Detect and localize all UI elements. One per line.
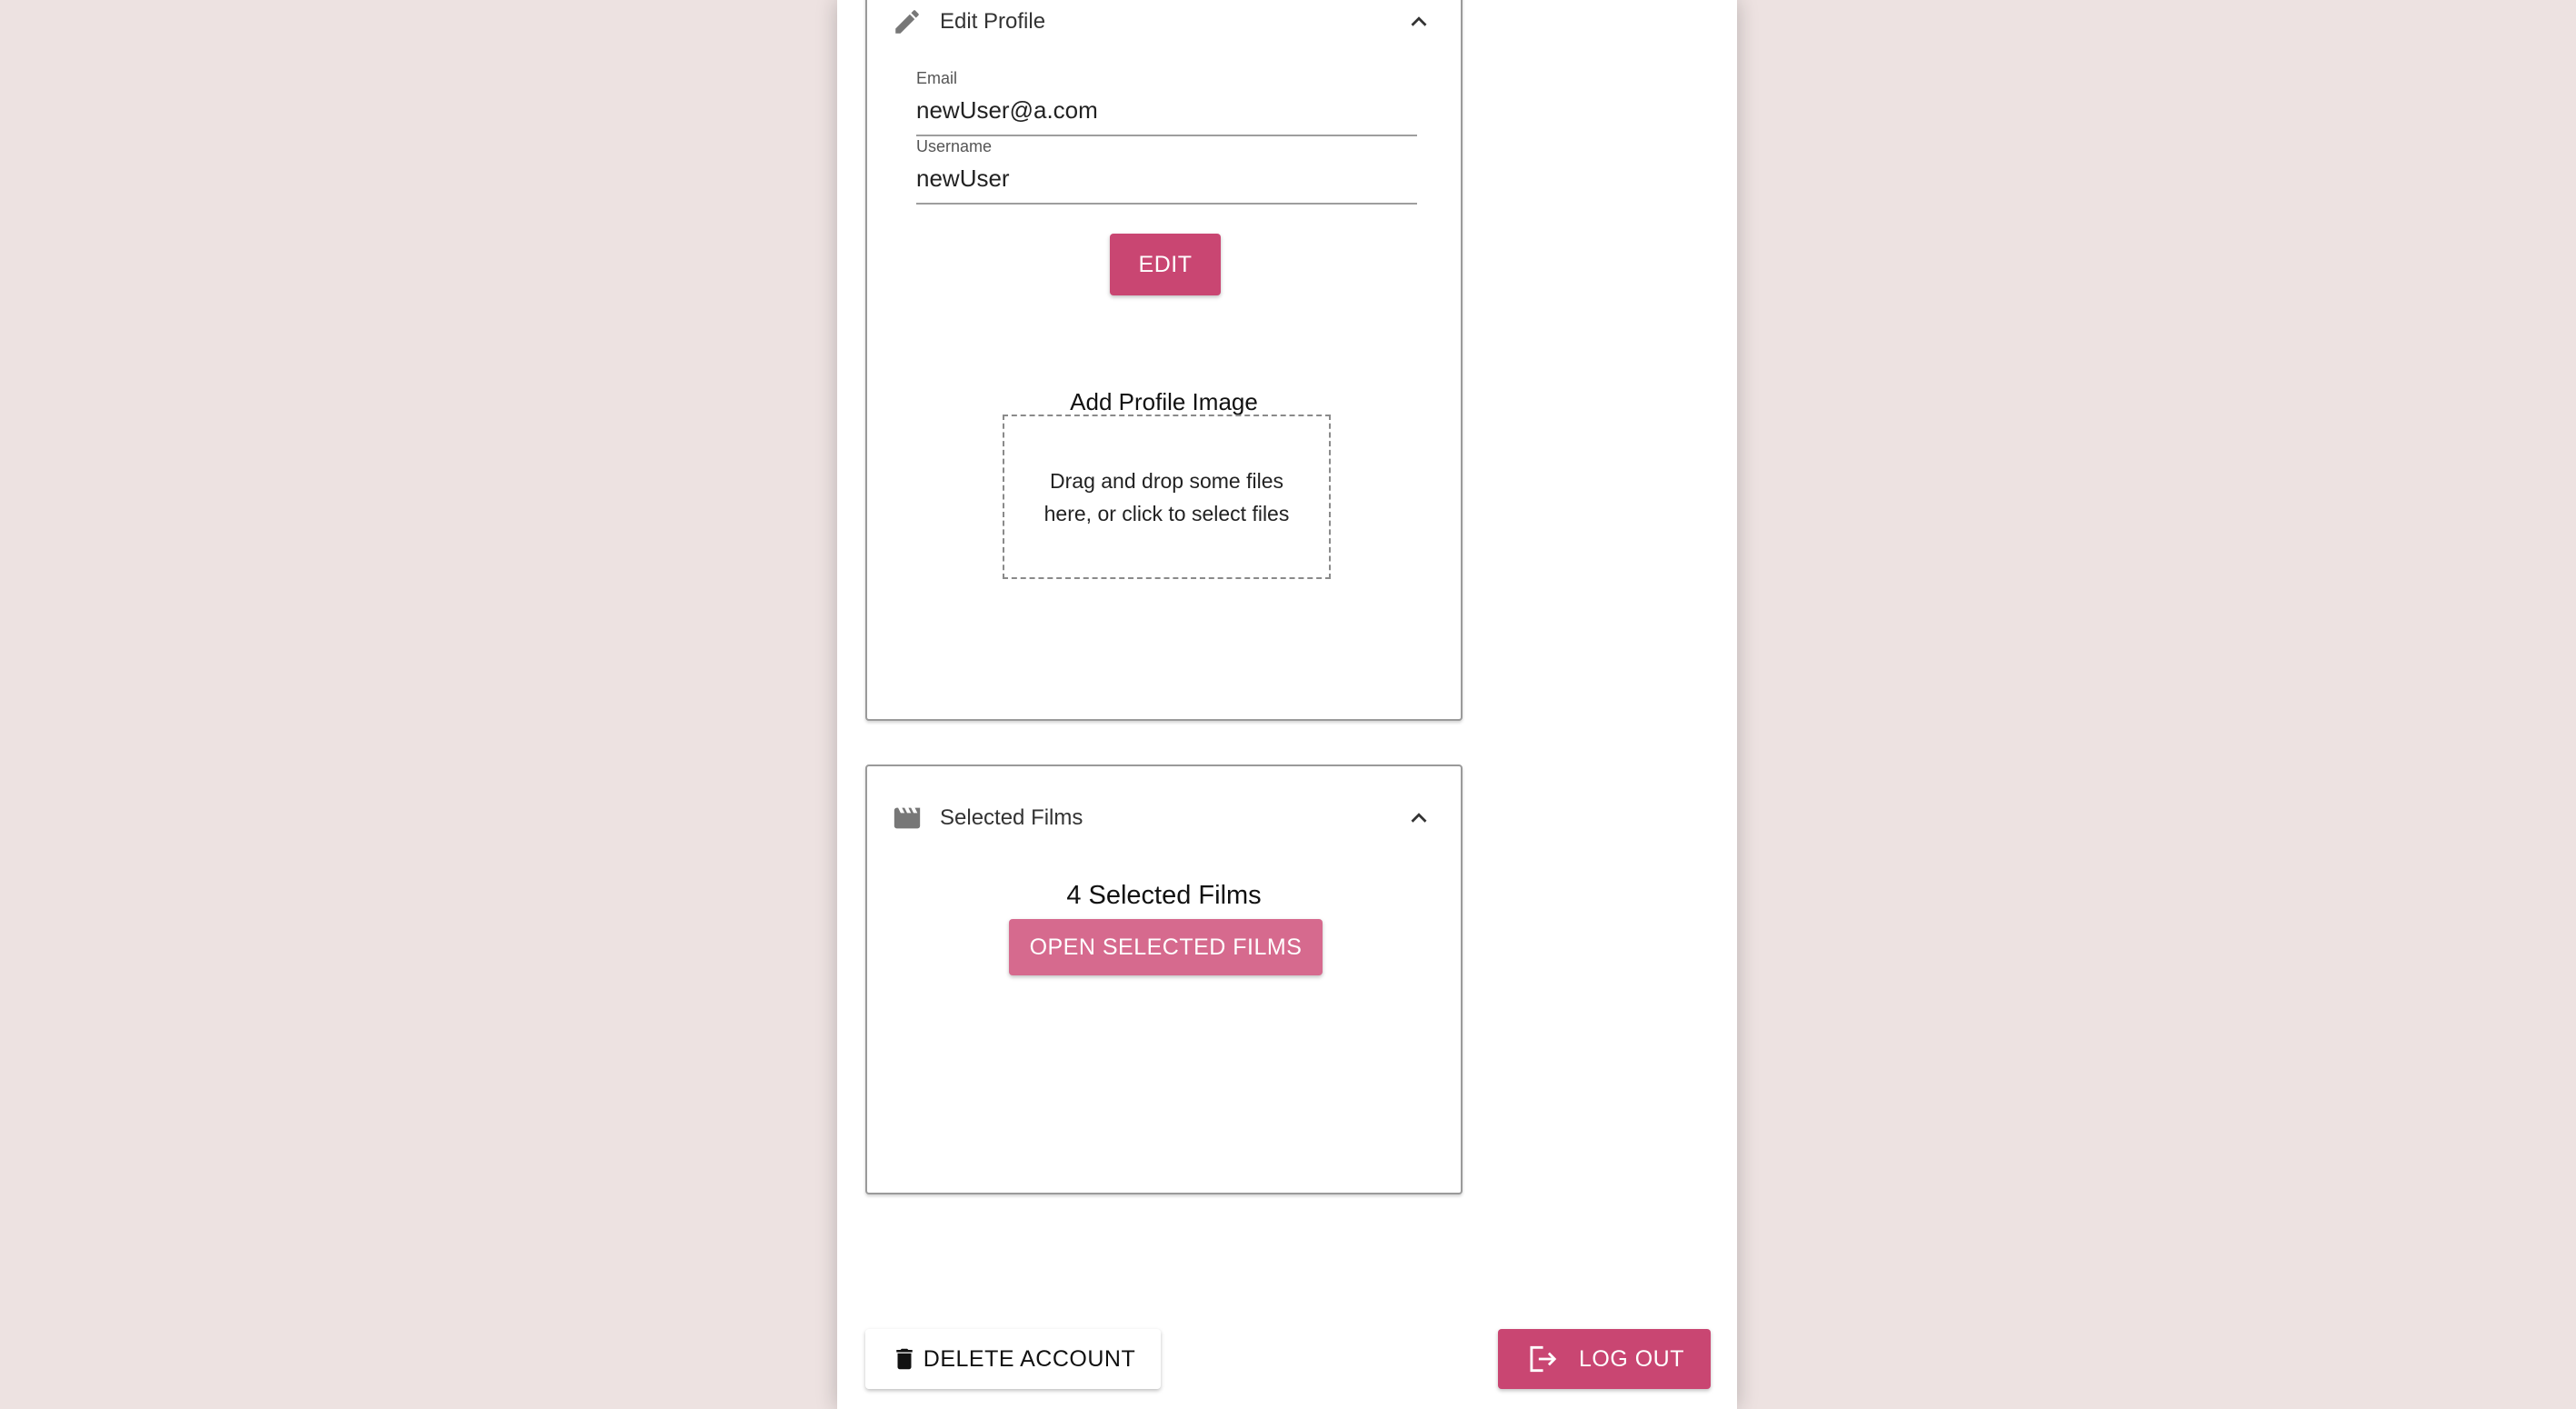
email-label: Email: [916, 69, 958, 87]
edit-profile-header[interactable]: Edit Profile: [867, 0, 1461, 49]
username-underline: [916, 203, 1417, 205]
profile-page: Edit Profile Email Username EDIT Add Pro…: [837, 0, 1737, 1409]
open-selected-films-button[interactable]: OPEN SELECTED FILMS: [1009, 919, 1323, 975]
chevron-up-icon[interactable]: [1403, 5, 1435, 38]
selected-films-header[interactable]: Selected Films: [867, 791, 1461, 845]
dropzone-text: Drag and drop some files here, or click …: [1043, 468, 1290, 525]
delete-account-button[interactable]: DELETE ACCOUNT: [865, 1329, 1161, 1389]
image-dropzone[interactable]: Drag and drop some files here, or click …: [1003, 415, 1331, 579]
pencil-icon: [891, 5, 924, 38]
log-out-button[interactable]: LOG OUT: [1498, 1329, 1711, 1389]
email-field: Email: [916, 69, 1417, 140]
username-label: Username: [916, 137, 993, 155]
selected-films-count: 4 Selected Films: [1066, 881, 1262, 910]
edit-profile-card: Edit Profile Email Username EDIT Add Pro…: [865, 0, 1463, 721]
username-field: Username: [916, 137, 1417, 208]
selected-films-card: Selected Films 4 Selected Films OPEN SEL…: [865, 764, 1463, 1194]
edit-profile-title: Edit Profile: [940, 9, 1046, 34]
email-input[interactable]: [916, 95, 1417, 125]
username-input[interactable]: [916, 163, 1417, 194]
trash-icon: [891, 1344, 918, 1374]
chevron-up-icon[interactable]: [1403, 802, 1435, 834]
logout-icon: [1524, 1342, 1559, 1376]
selected-films-title: Selected Films: [940, 805, 1083, 830]
log-out-label: LOG OUT: [1578, 1345, 1684, 1372]
clapperboard-icon: [891, 802, 924, 834]
delete-account-label: DELETE ACCOUNT: [923, 1345, 1136, 1372]
add-profile-image-title: Add Profile Image: [1070, 388, 1258, 415]
email-underline: [916, 135, 1417, 136]
edit-button[interactable]: EDIT: [1110, 234, 1221, 295]
